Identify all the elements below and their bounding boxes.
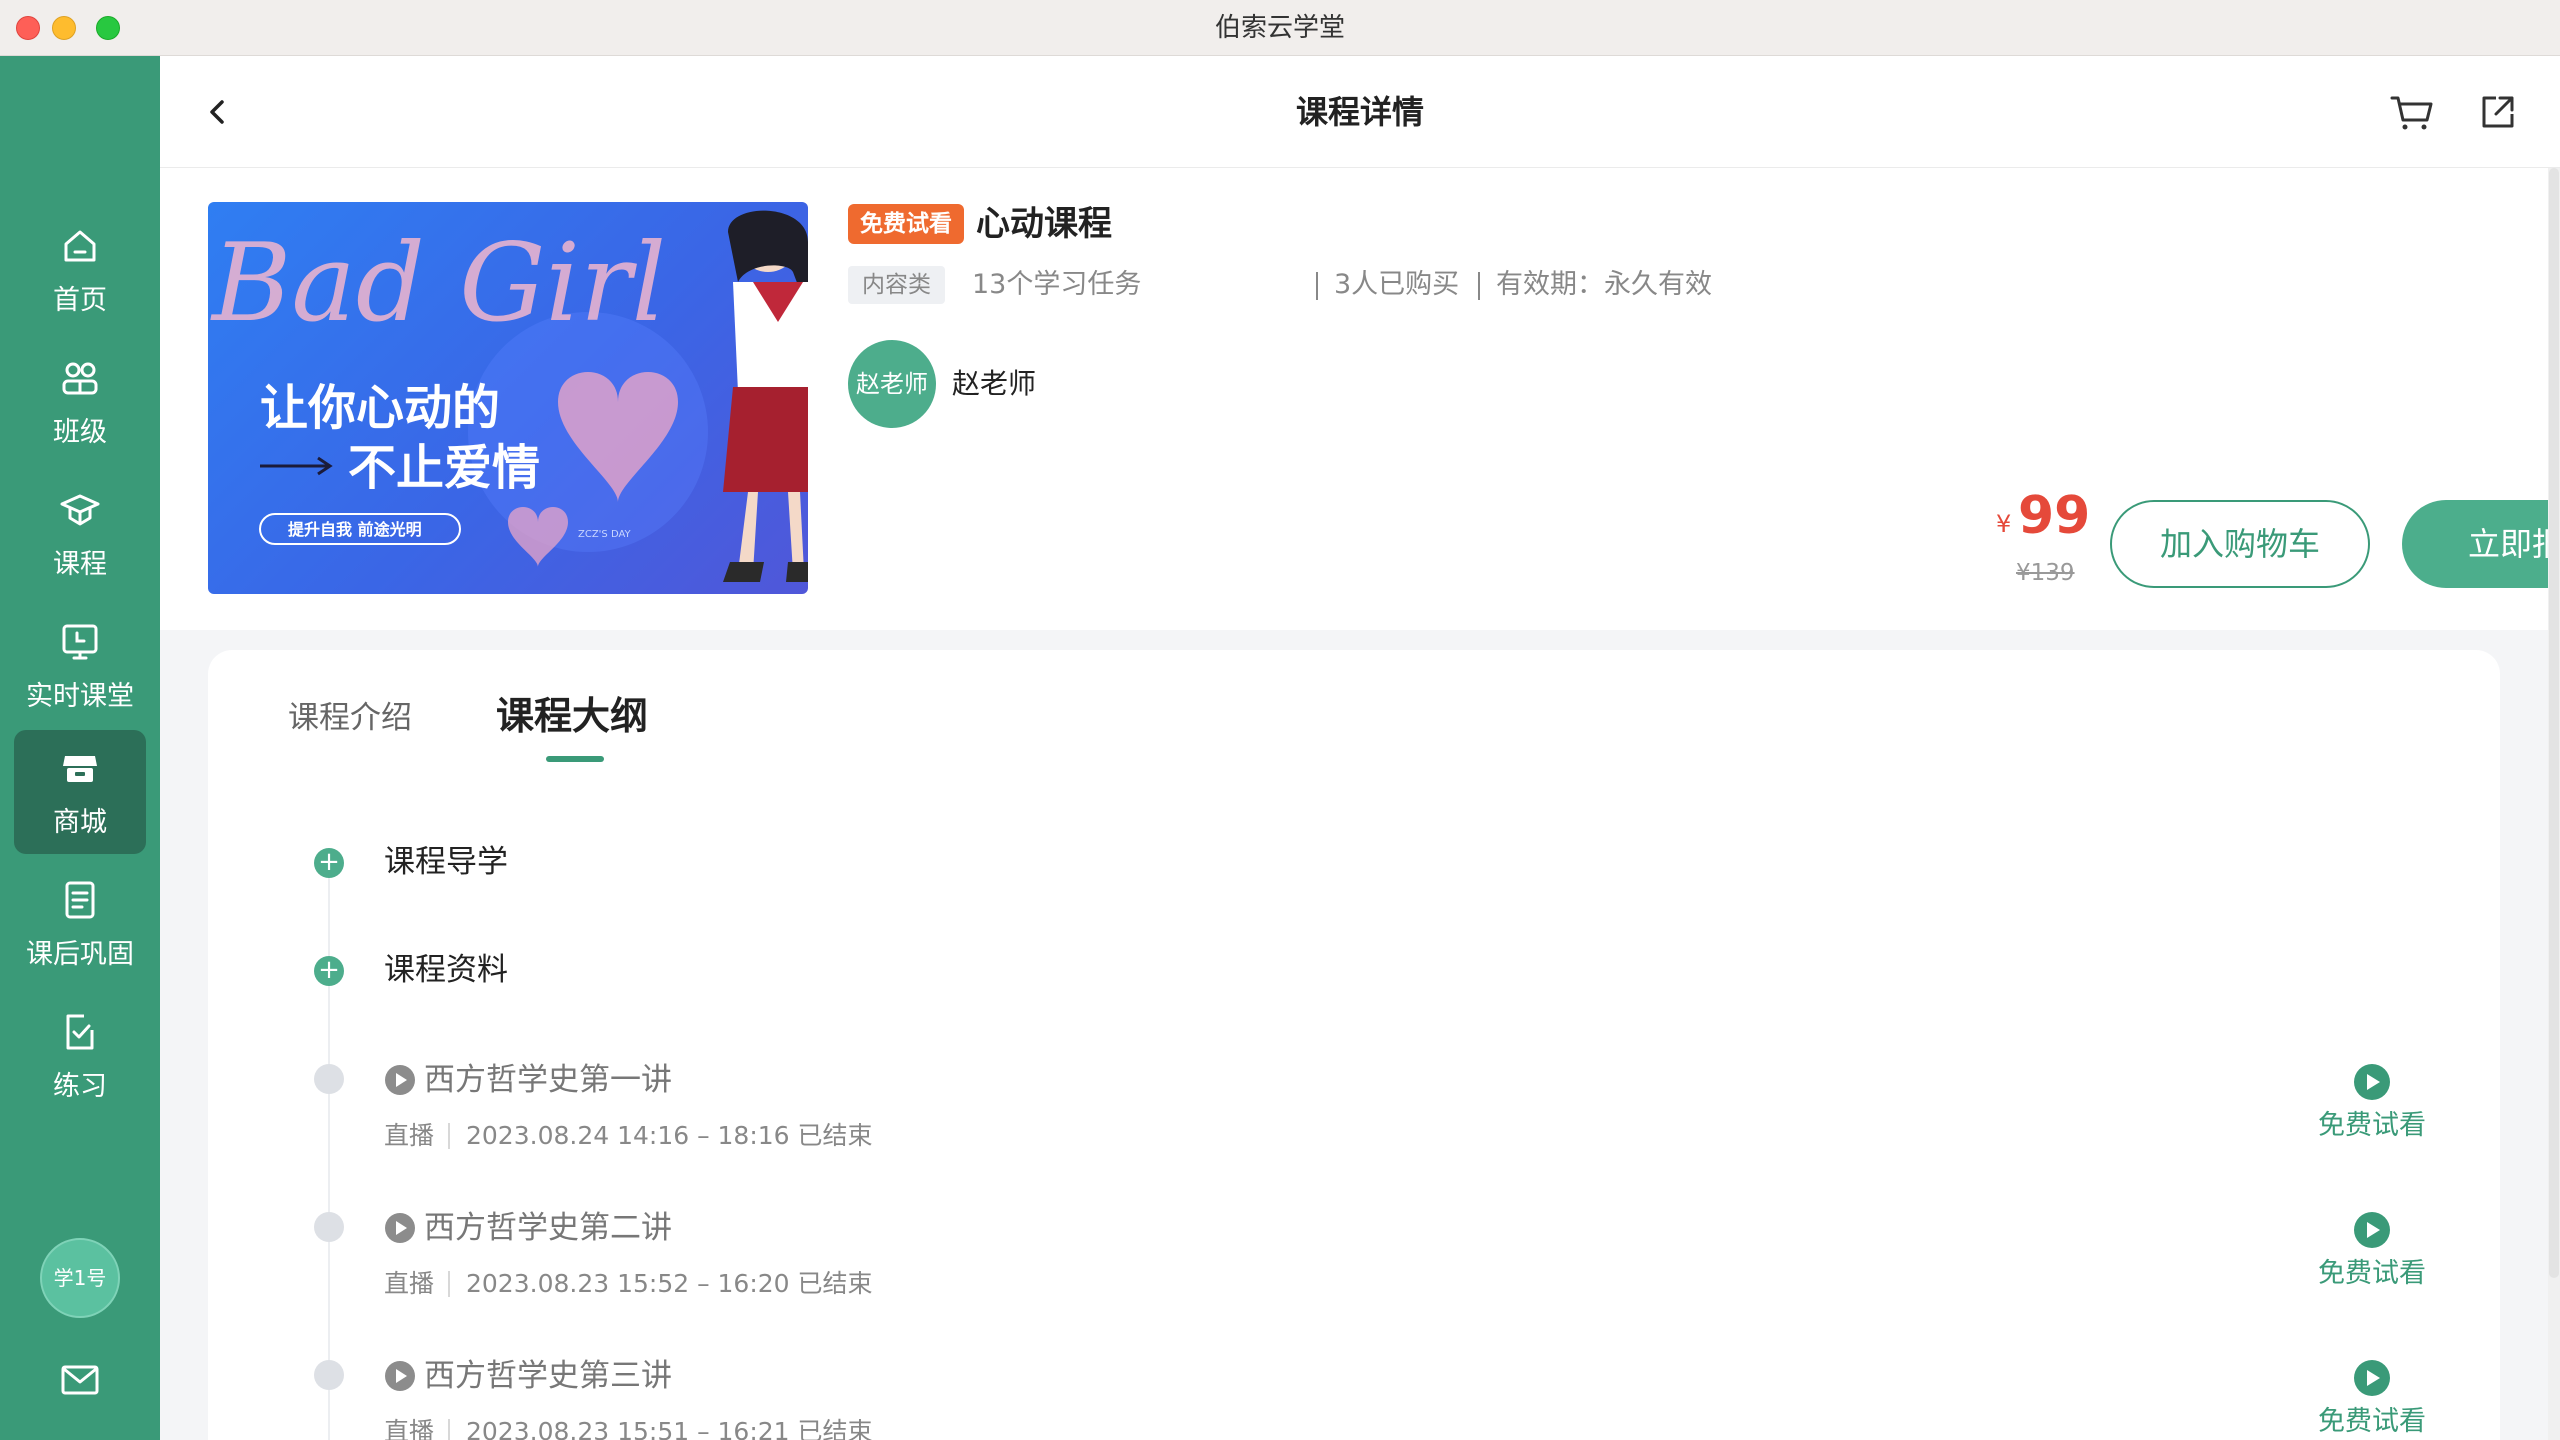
class-icon [62,362,98,395]
enroll-now-button[interactable]: 立即报名 [2402,500,2560,588]
teacher-avatar[interactable]: 赵老师 [848,340,936,428]
free-trial-label: 免费试看 [2318,1110,2426,1141]
outline-section-title[interactable]: 课程导学 [384,840,508,884]
free-trial-label: 免费试看 [2318,1406,2426,1437]
cart-icon[interactable] [2390,92,2434,132]
teacher-name[interactable]: 赵老师 [952,364,1036,404]
sidebar-item-class[interactable]: 班级 [14,340,146,464]
play-circle-icon [2354,1212,2390,1248]
play-circle-icon [385,1213,415,1243]
page-title: 课程详情 [1295,93,1424,131]
lesson-title[interactable]: 西方哲学史第二讲 [424,1206,672,1250]
practice-icon [66,1014,94,1050]
sidebar-item-store[interactable]: 商城 [14,730,146,854]
free-trial-button[interactable]: 免费试看 [2302,1062,2442,1162]
lesson-time: 2023.08.24 14:16 – 18:16 已结束 [466,1121,873,1150]
timeline-node [314,1360,344,1390]
course-detail-panel: 课程介绍 课程大纲 + 课程导学 + 课程资料 西方哲学史第一讲 直播 2023… [208,650,2500,1440]
cover-brand: ZCZ'S DAY [578,529,632,540]
lesson-title[interactable]: 西方哲学史第三讲 [424,1354,672,1398]
home-icon [64,230,96,262]
sidebar-item-review[interactable]: 课后巩固 [14,862,146,986]
play-circle-icon [2354,1360,2390,1396]
sidebar-item-live-class[interactable]: 实时课堂 [14,604,146,728]
sidebar-item-label: 课后巩固 [26,939,134,970]
lesson-type: 直播 [384,1121,435,1150]
user-avatar[interactable]: 学1号 [40,1238,120,1318]
add-to-cart-button[interactable]: 加入购物车 [2110,500,2370,588]
expand-section-icon[interactable]: + [314,848,344,878]
mail-icon[interactable] [60,1362,100,1398]
course-price: 99 [2018,486,2091,546]
price-currency: ¥ [1996,510,2012,538]
tab-course-intro[interactable]: 课程介绍 [288,694,412,742]
course-info-panel: Bad Girl 让你心动的 不止爱情 提升自我 前途光明 ZCZ'S DAY … [160,168,2560,630]
scrollbar-thumb[interactable] [2549,168,2559,1278]
play-circle-icon [2354,1064,2390,1100]
course-cover-image[interactable]: Bad Girl 让你心动的 不止爱情 提升自我 前途光明 ZCZ'S DAY [208,202,808,594]
page-header: 课程详情 [160,56,2560,168]
lesson-divider [448,1123,450,1149]
sidebar-item-home[interactable]: 首页 [14,208,146,332]
sidebar-item-label: 课程 [53,549,107,580]
lesson-title[interactable]: 西方哲学史第一讲 [424,1058,672,1102]
cover-pill: 提升自我 前途光明 [288,520,422,539]
cover-headline: Bad Girl [210,221,666,346]
sidebar-item-label: 商城 [53,807,107,838]
free-trial-button[interactable]: 免费试看 [2302,1210,2442,1310]
expand-section-icon[interactable]: + [314,956,344,986]
timeline-node [314,1212,344,1242]
window-titlebar: 伯索云学堂 [0,0,2560,56]
play-circle-icon [385,1065,415,1095]
sidebar-item-label: 练习 [53,1071,107,1102]
sidebar: 首页 班级 课程 实时课堂 商城 课后巩固 练习 学1号 [0,56,160,1440]
outline-section-title[interactable]: 课程资料 [384,948,508,992]
course-type-tag: 内容类 [848,266,945,304]
active-tab-indicator [546,756,604,762]
meta-divider [1478,272,1480,300]
store-icon [63,756,97,782]
play-circle-icon [385,1361,415,1391]
meta-divider [1316,272,1318,300]
sidebar-item-course[interactable]: 课程 [14,472,146,596]
free-trial-label: 免费试看 [2318,1258,2426,1289]
course-buyer-count: 3人已购买 [1334,269,1460,300]
course-task-count: 13个学习任务 [972,269,1142,300]
lesson-type: 直播 [384,1269,435,1298]
course-title: 心动课程 [976,204,1112,244]
window-title: 伯索云学堂 [1214,13,1345,43]
sidebar-item-practice[interactable]: 练习 [14,994,146,1118]
tab-course-outline[interactable]: 课程大纲 [496,690,648,742]
lesson-divider [448,1271,450,1297]
course-icon [60,494,100,526]
lesson-time: 2023.08.23 15:52 – 16:20 已结束 [466,1269,873,1298]
lesson-time: 2023.08.23 15:51 – 16:21 已结束 [466,1417,873,1440]
timeline-node [314,1064,344,1094]
lesson-divider [448,1419,450,1440]
live-class-icon [62,624,98,660]
sidebar-item-label: 实时课堂 [26,681,134,712]
original-price: ¥139 [2016,560,2075,586]
share-icon[interactable] [2478,92,2518,132]
cover-illustration: Bad Girl 让你心动的 不止爱情 提升自我 前途光明 ZCZ'S DAY [210,210,808,582]
course-validity: 有效期：永久有效 [1496,269,1712,300]
lesson-type: 直播 [384,1417,435,1440]
free-trial-badge: 免费试看 [848,204,964,244]
sidebar-item-label: 班级 [53,417,107,448]
cover-line2: 不止爱情 [348,440,540,496]
free-trial-button[interactable]: 免费试看 [2302,1358,2442,1440]
review-icon [65,881,95,919]
cover-line1: 让你心动的 [260,380,500,436]
sidebar-item-label: 首页 [53,285,107,316]
